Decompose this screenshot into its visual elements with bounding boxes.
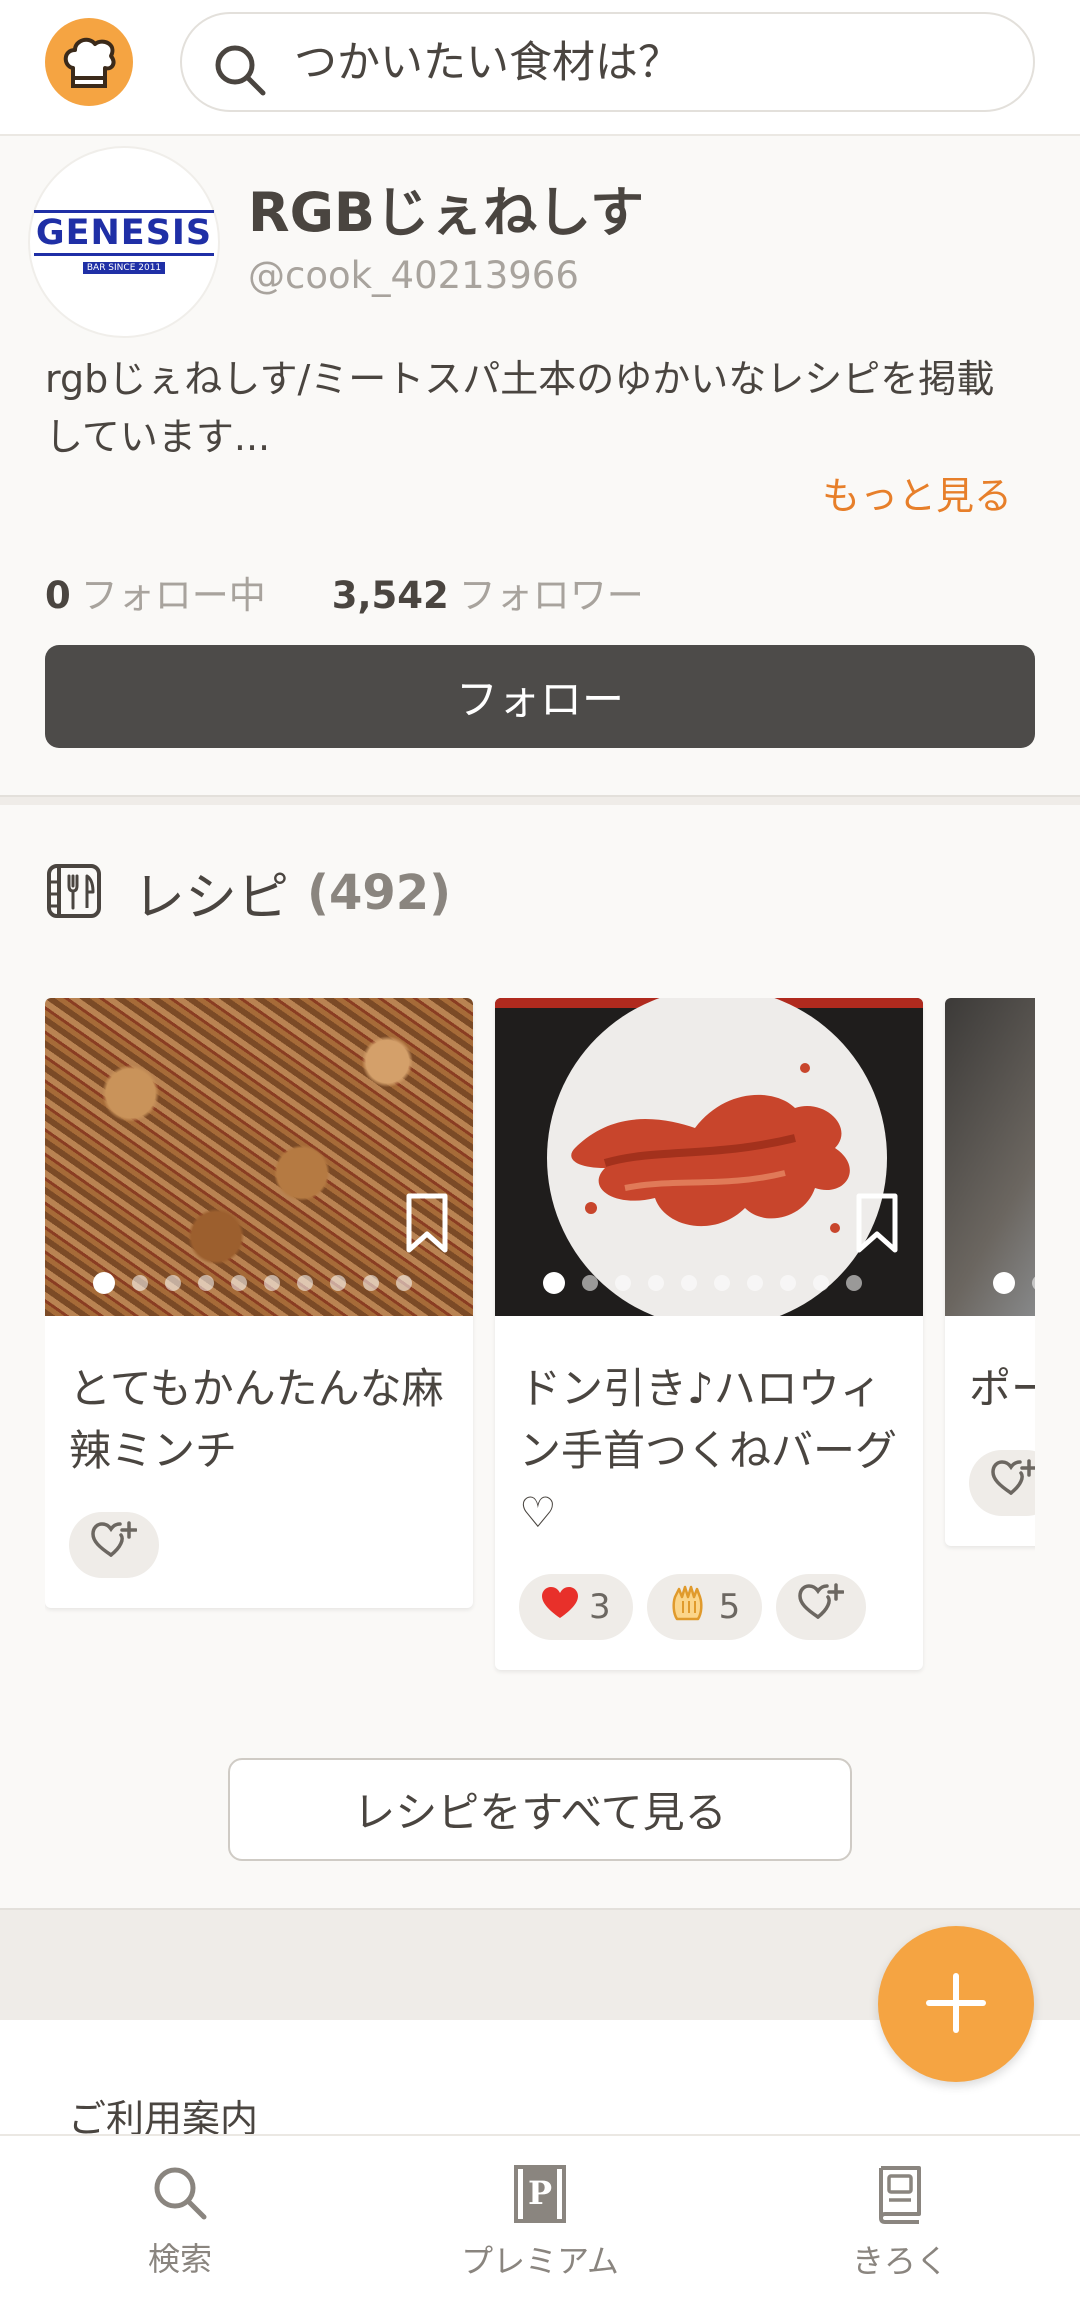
premium-icon: P	[513, 2164, 567, 2228]
avatar-sub-text: BAR SINCE 2011	[82, 262, 166, 274]
heart-reaction[interactable]: 3	[519, 1574, 633, 1640]
clap-reaction[interactable]: 5	[646, 1574, 763, 1640]
recipe-card[interactable]: とてもかんたんな麻辣ミンチ	[45, 998, 473, 1608]
following-count: 0	[45, 574, 71, 617]
cutlery-book-icon	[45, 862, 103, 924]
recipe-card[interactable]: ポー炒飯	[945, 998, 1035, 1546]
recipe-title[interactable]: とてもかんたんな麻辣ミンチ	[45, 1316, 473, 1482]
search-bar[interactable]	[180, 12, 1035, 112]
recipes-section-header: レシピ (492)	[45, 855, 451, 930]
heart-count: 3	[589, 1587, 611, 1627]
search-icon	[151, 2164, 209, 2226]
heart-plus-icon	[991, 1458, 1035, 1508]
recipe-photo-image	[495, 998, 923, 1316]
app-header	[0, 0, 1080, 136]
chef-hat-icon[interactable]	[45, 18, 133, 106]
add-reaction-button[interactable]	[69, 1512, 159, 1578]
nav-label: プレミアム	[461, 2242, 619, 2280]
search-icon	[212, 42, 268, 102]
record-book-icon	[873, 2164, 927, 2228]
recipe-carousel[interactable]: とてもかんたんな麻辣ミンチ ドン引き♪ハロウィン手首つくねバーグ♡ 3 5 ポー	[45, 998, 1035, 1718]
nav-item-search[interactable]: 検索	[0, 2136, 360, 2312]
reaction-bar: 3 5	[495, 1544, 923, 1670]
recipe-title[interactable]: ポー炒飯	[945, 1316, 1035, 1420]
bookmark-icon[interactable]	[853, 1192, 901, 1258]
recipe-title[interactable]: ドン引き♪ハロウィン手首つくねバーグ♡	[495, 1316, 923, 1544]
recipe-photo[interactable]	[45, 998, 473, 1316]
bookmark-icon[interactable]	[403, 1192, 451, 1258]
plus-icon	[923, 1970, 989, 2039]
nav-item-premium[interactable]: P プレミアム	[360, 2136, 720, 2312]
svg-text:P: P	[528, 2174, 552, 2212]
follow-stats: 0 フォロー中 3,542 フォロワー	[45, 565, 710, 619]
reaction-bar	[45, 1482, 473, 1608]
photo-pager-dots	[543, 1272, 879, 1294]
avatar-brand-text: GENESIS	[33, 210, 215, 256]
search-input[interactable]	[294, 36, 994, 90]
nav-item-record[interactable]: きろく	[720, 2136, 1080, 2312]
add-reaction-button[interactable]	[969, 1450, 1035, 1516]
recipes-title: レシピ	[133, 868, 290, 928]
following-stat[interactable]: 0 フォロー中	[45, 565, 266, 619]
heart-icon	[541, 1586, 579, 1629]
recipe-photo[interactable]	[945, 998, 1035, 1316]
clap-count: 5	[718, 1587, 741, 1627]
heart-plus-icon	[798, 1582, 846, 1632]
followers-label: フォロワー	[458, 574, 644, 617]
add-recipe-button[interactable]	[878, 1926, 1034, 2082]
photo-pager-dots	[993, 1272, 1035, 1294]
user-bio: rgbじぇねしす/ミートスパ土本のゆかいなレシピを掲載しています...	[45, 357, 995, 459]
avatar: GENESIS BAR SINCE 2011	[28, 146, 220, 338]
reaction-bar	[945, 1420, 1035, 1546]
bottom-nav: 検索 P プレミアム きろく	[0, 2134, 1080, 2312]
user-name: RGBじぇねしす	[248, 181, 644, 244]
recipes-count: (492)	[307, 864, 452, 921]
following-label: フォロー中	[80, 574, 266, 617]
followers-count: 3,542	[331, 574, 449, 617]
photo-pager-dots	[93, 1272, 429, 1294]
nav-label: きろく	[851, 2242, 948, 2280]
nav-label: 検索	[147, 2240, 212, 2278]
add-reaction-button[interactable]	[776, 1574, 867, 1640]
recipe-photo[interactable]	[495, 998, 923, 1316]
follow-button[interactable]: フォロー	[45, 645, 1035, 748]
recipe-card[interactable]: ドン引き♪ハロウィン手首つくねバーグ♡ 3 5	[495, 998, 923, 1670]
clap-icon	[669, 1585, 709, 1630]
section-divider	[0, 795, 1080, 805]
heart-plus-icon	[91, 1520, 138, 1570]
view-all-recipes-button[interactable]: レシピをすべて見る	[228, 1758, 852, 1861]
user-handle: @cook_40213966	[248, 254, 579, 297]
more-link[interactable]: もっと見る	[822, 465, 1012, 520]
followers-stat[interactable]: 3,542 フォロワー	[332, 565, 644, 619]
